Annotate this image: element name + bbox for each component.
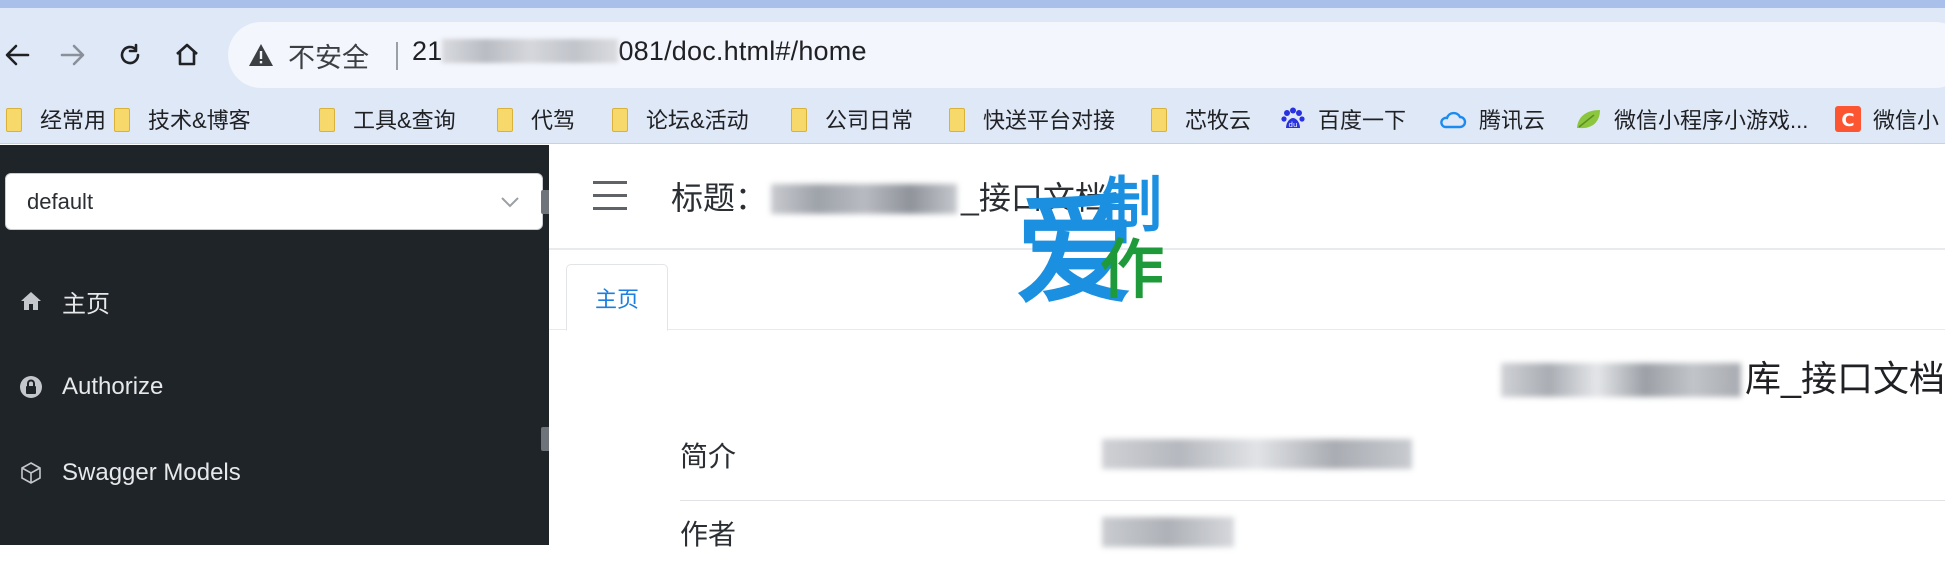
watermark-char-top: 制 (1102, 171, 1162, 241)
svg-text:C: C (1841, 110, 1854, 131)
tab-bar: 主页 (549, 250, 1945, 331)
reload-icon[interactable] (113, 38, 147, 72)
bookmark-11[interactable]: C 微信小 (1835, 102, 1939, 136)
info-key: 简介 (680, 441, 737, 472)
address-bar[interactable]: 不安全 21 081/doc.html#/home (228, 22, 1945, 88)
bookmark-label: 微信小程序小游戏... (1614, 108, 1809, 133)
bookmark-label: 腾讯云 (1479, 108, 1546, 133)
sidebar-item-swagger-models[interactable]: Swagger Models (0, 443, 549, 503)
bookmark-4[interactable]: 论坛&活动 (610, 102, 749, 136)
bookmark-8[interactable]: du 百度一下 (1280, 102, 1406, 136)
title-redacted (771, 184, 958, 214)
group-select[interactable]: default (5, 173, 543, 230)
cube-icon (19, 461, 43, 485)
url-text: 21 081/doc.html#/home (412, 36, 867, 67)
bookmarks-bar: 经常用 技术&博客 工具&查询 代驾 论坛&活动 公司日常 快送平台对接 芯牧云… (0, 94, 1945, 144)
browser-toolbar: 不安全 21 081/doc.html#/home (0, 8, 1945, 94)
bookmark-10[interactable]: 微信小程序小游戏... (1574, 102, 1808, 136)
forward-arrow-icon[interactable] (56, 38, 90, 72)
bookmark-label: 代驾 (531, 108, 576, 133)
bookmark-label: 芯牧云 (1185, 108, 1252, 133)
url-redacted (442, 39, 619, 63)
omnibox-separator (396, 42, 398, 70)
tencent-cloud-icon (1440, 111, 1467, 129)
doc-title-redacted (1500, 363, 1741, 397)
bookmark-3[interactable]: 代驾 (495, 102, 575, 136)
insecure-label: 不安全 (288, 43, 369, 73)
page-header: 标题： _接口文档 (549, 145, 1945, 250)
csdn-icon: C (1835, 106, 1861, 132)
title-label: 标题： (671, 180, 768, 216)
home-icon (19, 289, 43, 313)
row-divider (680, 500, 1945, 501)
doc-title-suffix: 库_接口文档 (1744, 358, 1945, 399)
url-prefix: 21 (412, 36, 443, 66)
sidebar-item-label: Swagger Models (62, 459, 241, 486)
bookmark-2[interactable]: 工具&查询 (317, 102, 456, 136)
folder-icon (610, 108, 634, 132)
folder-icon (4, 108, 28, 132)
bookmark-6[interactable]: 快送平台对接 (947, 102, 1115, 136)
chevron-down-icon (500, 188, 520, 214)
warning-icon (249, 44, 273, 66)
bookmark-label: 快送平台对接 (983, 108, 1116, 133)
bookmark-7[interactable]: 芯牧云 (1149, 102, 1251, 136)
info-value-redacted (1102, 439, 1412, 469)
lock-icon (19, 375, 43, 399)
folder-icon (317, 108, 341, 132)
bookmark-label: 公司日常 (825, 108, 914, 133)
sidebar-item-label: 主页 (62, 290, 110, 318)
home-nav-icon[interactable] (170, 38, 204, 72)
bookmark-label: 工具&查询 (353, 108, 456, 133)
folder-icon (495, 108, 519, 132)
bookmark-9[interactable]: 腾讯云 (1437, 102, 1545, 136)
back-arrow-icon[interactable] (0, 38, 34, 72)
sidebar-item-home[interactable]: 主页 (0, 271, 549, 331)
svg-text:du: du (1289, 121, 1298, 129)
sidebar-item-authorize[interactable]: Authorize (0, 357, 549, 417)
folder-icon (1149, 108, 1173, 132)
tab-home[interactable]: 主页 (566, 264, 668, 331)
bookmark-label: 技术&博客 (148, 108, 251, 133)
bookmark-1[interactable]: 技术&博客 (112, 102, 251, 136)
bookmark-0[interactable]: 经常用 (4, 102, 106, 136)
baidu-icon: du (1281, 107, 1305, 129)
bookmark-label: 经常用 (40, 108, 107, 133)
group-select-value: default (27, 189, 94, 214)
folder-icon (112, 108, 136, 132)
doc-title: 库_接口文档 (1500, 350, 1945, 402)
folder-icon (789, 108, 813, 132)
leaf-icon (1577, 110, 1600, 129)
sidebar: default 主页 Authorize Swagger Models (0, 145, 551, 545)
info-row-description: 简介 (680, 435, 1945, 505)
info-key: 作者 (680, 519, 737, 550)
url-suffix: 081/doc.html#/home (618, 36, 867, 66)
info-value-redacted (1102, 517, 1234, 547)
info-row-author: 作者 (680, 513, 1945, 583)
browser-top-strip (0, 0, 1945, 8)
bookmark-label: 百度一下 (1318, 108, 1407, 133)
sidebar-item-label: Authorize (62, 373, 164, 400)
bookmark-5[interactable]: 公司日常 (789, 102, 913, 136)
bookmark-label: 微信小 (1873, 108, 1940, 133)
bookmark-label: 论坛&活动 (646, 108, 749, 133)
menu-toggle-icon[interactable] (593, 181, 627, 211)
main-panel: 标题： _接口文档 爱 制 作 主页 库_接口文档 简介 作者 (549, 145, 1945, 550)
folder-icon (947, 108, 971, 132)
